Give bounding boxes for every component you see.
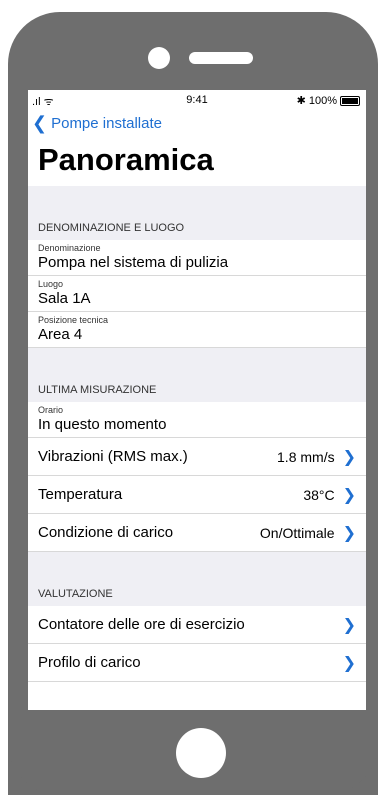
back-button[interactable]: ❮ Pompe installate	[28, 110, 366, 136]
chevron-right-icon: ❯	[342, 448, 356, 466]
info-row-denominazione: Denominazione Pompa nel sistema di puliz…	[28, 240, 366, 276]
field-value: In questo momento	[38, 416, 167, 433]
chevron-right-icon: ❯	[342, 524, 356, 542]
field-label: Orario	[38, 405, 64, 415]
field-value: Sala 1A	[38, 290, 91, 307]
section-header: VALUTAZIONE	[28, 552, 366, 606]
field-value: Pompa nel sistema di pulizia	[38, 254, 229, 271]
info-row-orario: Orario In questo momento	[28, 402, 366, 438]
bluetooth-icon: ✱	[296, 95, 306, 107]
nav-row-contatore[interactable]: Contatore delle ore di esercizio ❯	[28, 606, 366, 644]
field-label: Denominazione	[38, 243, 101, 253]
row-title: Vibrazioni (RMS max.)	[38, 448, 188, 465]
app-screen: .ıl ᯤ 9:41 ✱ 100% ❮ Pompe installate Pan…	[28, 90, 366, 710]
field-value: Area 4	[38, 326, 83, 343]
info-row-luogo: Luogo Sala 1A	[28, 276, 366, 312]
battery-status: ✱ 100%	[297, 94, 360, 107]
chevron-left-icon: ❮	[32, 113, 48, 133]
status-bar: .ıl ᯤ 9:41 ✱ 100%	[28, 90, 366, 110]
camera-icon	[148, 47, 170, 69]
field-label: Posizione tecnica	[38, 315, 109, 325]
nav-row-condizione[interactable]: Condizione di carico On/Ottimale ❯	[28, 514, 366, 552]
row-title: Contatore delle ore di esercizio	[38, 616, 245, 633]
info-row-posizione: Posizione tecnica Area 4	[28, 312, 366, 348]
row-value: On/Ottimale	[259, 524, 335, 541]
row-title: Profilo di carico	[38, 654, 141, 671]
nav-row-profilo[interactable]: Profilo di carico ❯	[28, 644, 366, 682]
chevron-right-icon: ❯	[342, 654, 356, 672]
row-title: Condizione di carico	[38, 524, 174, 541]
section-header: DENOMINAZIONE E LUOGO	[28, 186, 366, 240]
section-header: ULTIMA MISURAZIONE	[28, 348, 366, 402]
home-button[interactable]	[176, 728, 226, 778]
field-label: Luogo	[38, 279, 64, 289]
chevron-right-icon: ❯	[342, 486, 356, 504]
battery-percent: 100%	[308, 94, 337, 107]
speaker-grille	[189, 52, 253, 64]
back-label: Pompe installate	[51, 114, 162, 132]
nav-row-vibrazioni[interactable]: Vibrazioni (RMS max.) 1.8 mm/s ❯	[28, 438, 366, 476]
battery-icon	[340, 95, 360, 106]
row-value: 38°C	[303, 486, 335, 503]
row-title: Temperatura	[38, 486, 123, 503]
nav-row-temperatura[interactable]: Temperatura 38°C ❯	[28, 476, 366, 514]
row-value: 1.8 mm/s	[277, 448, 335, 465]
chevron-right-icon: ❯	[342, 616, 356, 634]
page-title: Panoramica	[38, 142, 214, 177]
